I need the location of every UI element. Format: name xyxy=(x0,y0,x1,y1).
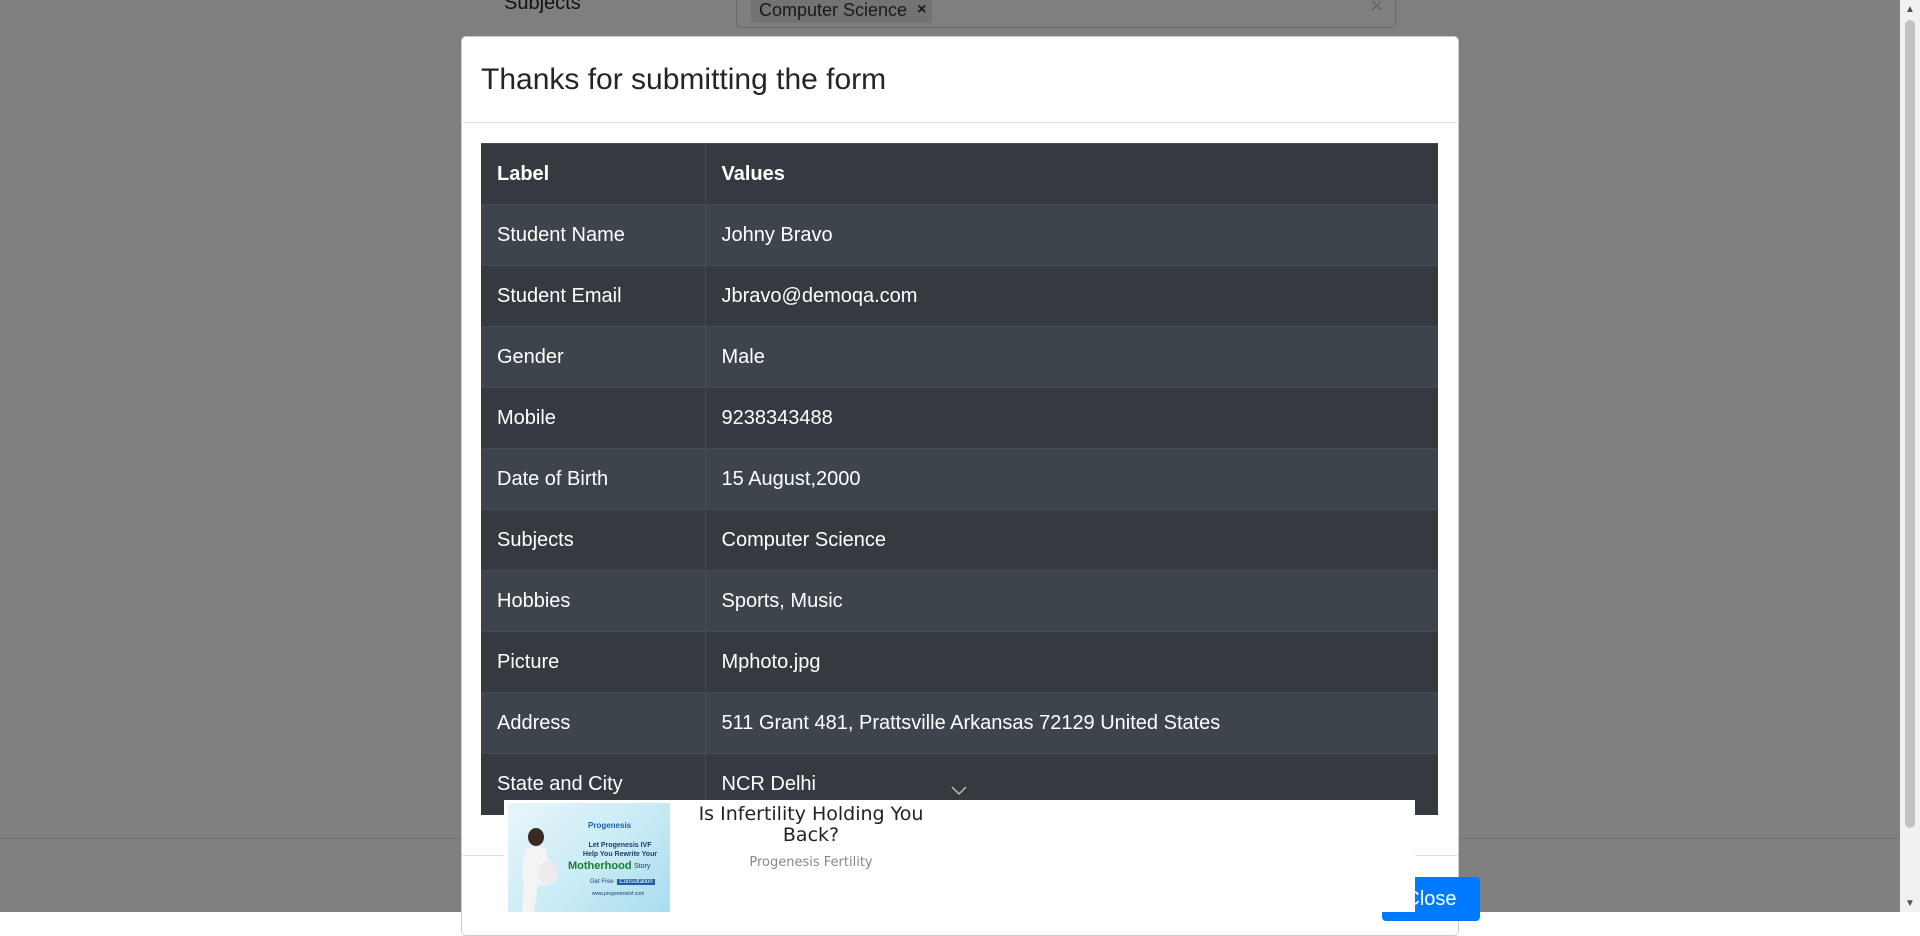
ad-image[interactable]: Progenesis Let Progenesis IVF Help You R… xyxy=(508,803,670,912)
row-value: Male xyxy=(705,326,1438,388)
ad-advertiser: Progenesis Fertility xyxy=(749,855,873,870)
ad-image-line: Let Progenesis IVF Help You Rewrite Your xyxy=(582,842,658,858)
scroll-up-icon[interactable]: ▲ xyxy=(1900,0,1920,18)
table-header-row: Label Values xyxy=(481,143,1438,205)
row-label: Mobile xyxy=(481,387,706,449)
row-label: Subjects xyxy=(481,509,706,571)
ad-cta-prefix: Get Free xyxy=(590,879,614,885)
row-value: Johny Bravo xyxy=(705,204,1438,266)
row-label: Student Name xyxy=(481,204,706,266)
ad-banner[interactable]: Progenesis Let Progenesis IVF Help You R… xyxy=(504,800,1415,912)
table-row: Address 511 Grant 481, Prattsville Arkan… xyxy=(481,692,1438,754)
row-label: Picture xyxy=(481,631,706,693)
row-label: Address xyxy=(481,692,706,754)
chevron-down-icon[interactable] xyxy=(951,786,967,796)
modal-title: Thanks for submitting the form xyxy=(481,62,887,96)
results-table: Label Values Student Name Johny Bravo St… xyxy=(481,143,1438,815)
row-label: Date of Birth xyxy=(481,448,706,510)
row-value: 9238343488 xyxy=(705,387,1438,449)
ad-image-line: Story xyxy=(634,863,651,870)
scrollbar-thumb[interactable] xyxy=(1905,20,1915,828)
modal-header: Thanks for submitting the form xyxy=(462,37,1458,123)
column-header-values: Values xyxy=(705,143,1438,205)
row-value: 511 Grant 481, Prattsville Arkansas 7212… xyxy=(705,692,1438,754)
ad-cta-button: Consultation xyxy=(617,879,655,885)
row-value: Sports, Music xyxy=(705,570,1438,632)
row-label: Student Email xyxy=(481,265,706,327)
table-row: Hobbies Sports, Music xyxy=(481,570,1438,632)
woman-illustration-icon xyxy=(522,828,558,912)
ad-image-cta: Get Free Consultation xyxy=(588,879,655,885)
row-value: 15 August,2000 xyxy=(705,448,1438,510)
table-row: Date of Birth 15 August,2000 xyxy=(481,448,1438,510)
row-label: Gender xyxy=(481,326,706,388)
table-row: Subjects Computer Science xyxy=(481,509,1438,571)
row-label: Hobbies xyxy=(481,570,706,632)
modal-body: Label Values Student Name Johny Bravo St… xyxy=(462,123,1458,835)
ad-image-highlight: Motherhood xyxy=(568,860,632,872)
table-row: Gender Male xyxy=(481,326,1438,388)
page-scrollbar[interactable]: ▲ ▼ xyxy=(1900,0,1920,912)
scroll-down-icon[interactable]: ▼ xyxy=(1900,894,1920,912)
column-header-label: Label xyxy=(481,143,706,205)
table-row: Mobile 9238343488 xyxy=(481,387,1438,449)
table-row: Picture Mphoto.jpg xyxy=(481,631,1438,693)
ad-title[interactable]: Is Infertility Holding You Back? xyxy=(676,804,946,846)
ad-logo-text: Progenesis xyxy=(588,821,632,830)
row-value: Mphoto.jpg xyxy=(705,631,1438,693)
row-value: Computer Science xyxy=(705,509,1438,571)
table-row: Student Name Johny Bravo xyxy=(481,204,1438,266)
row-value: Jbravo@demoqa.com xyxy=(705,265,1438,327)
ad-image-url: www.progenesisivf.com xyxy=(592,891,645,897)
table-row: Student Email Jbravo@demoqa.com xyxy=(481,265,1438,327)
